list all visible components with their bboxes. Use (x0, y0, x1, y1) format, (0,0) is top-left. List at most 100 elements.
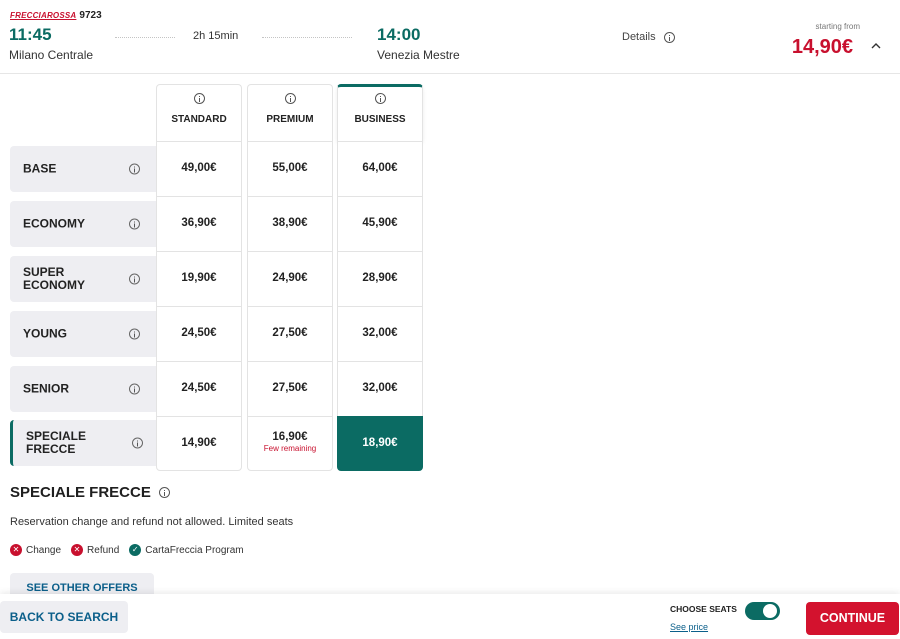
class-header-premium: PREMIUM (247, 84, 333, 141)
fare-row-economy: ECONOMY (10, 201, 156, 247)
fare-name: SUPER ECONOMY (23, 265, 86, 292)
price-cell[interactable]: 14,90€ (156, 416, 242, 471)
details-label: Details (622, 31, 656, 43)
info-icon[interactable] (129, 328, 140, 340)
feature-label: CartaFreccia Program (145, 544, 244, 556)
fare-row-senior: SENIOR (10, 366, 156, 412)
class-header-standard: STANDARD (156, 84, 242, 141)
fare-name: BASE (23, 161, 57, 176)
class-label: BUSINESS (354, 114, 406, 125)
train-number: 9723 (79, 10, 102, 21)
price-value: 24,50€ (181, 327, 217, 339)
price-value: 16,90€ (272, 431, 308, 443)
trip-duration: 2h 15min (193, 30, 239, 42)
choose-seats-toggle[interactable] (745, 602, 780, 620)
price-value: 32,00€ (362, 327, 398, 339)
info-icon[interactable] (193, 93, 205, 104)
price-cell[interactable]: 24,90€ (247, 251, 333, 306)
price-cell[interactable]: 45,90€ (337, 196, 423, 251)
price-cell[interactable]: 38,90€ (247, 196, 333, 251)
class-label: STANDARD (171, 114, 227, 125)
check-icon: ✓ (129, 544, 142, 556)
offer-description: Reservation change and refund not allowe… (10, 516, 294, 528)
class-header-business: BUSINESS (337, 84, 423, 141)
price-value: 55,00€ (272, 162, 308, 174)
fare-row-young: YOUNG (10, 311, 156, 357)
info-icon[interactable] (158, 487, 170, 498)
offer-title: SPECIALE FRECCE (10, 484, 170, 501)
price-value: 28,90€ (362, 272, 398, 284)
feature-cartafreccia: ✓ CartaFreccia Program (129, 544, 244, 556)
info-icon[interactable] (132, 437, 143, 449)
back-to-search-button[interactable]: BACK TO SEARCH (0, 601, 128, 633)
price-value: 19,90€ (181, 272, 217, 284)
offer-name: SPECIALE FRECCE (10, 484, 151, 501)
fare-name: YOUNG (23, 326, 68, 341)
info-icon (663, 31, 675, 43)
price-cell[interactable]: 32,00€ (337, 361, 423, 416)
price-cell[interactable]: 55,00€ (247, 141, 333, 196)
info-icon[interactable] (129, 218, 140, 230)
price-value: 36,90€ (181, 217, 217, 229)
info-icon[interactable] (374, 93, 386, 104)
fare-name: ECONOMY (23, 216, 86, 231)
info-icon[interactable] (129, 383, 140, 395)
offer-features: ✕ Change ✕ Refund ✓ CartaFreccia Program (10, 544, 244, 556)
info-icon[interactable] (129, 163, 140, 175)
price-cell[interactable]: 64,00€ (337, 141, 423, 196)
starting-price: 14,90€ (791, 36, 853, 58)
price-value: 18,90€ (362, 437, 398, 449)
fare-name: SENIOR (23, 381, 70, 396)
cross-icon: ✕ (71, 544, 84, 556)
see-price-link[interactable]: See price (670, 622, 708, 632)
price-value: 38,90€ (272, 217, 308, 229)
price-cell[interactable]: 19,90€ (156, 251, 242, 306)
train-header[interactable]: FRECCIAROSSA 9723 11:45 Milano Centrale … (0, 0, 900, 74)
feature-change: ✕ Change (10, 544, 61, 556)
train-brand: FRECCIAROSSA 9723 (10, 10, 102, 21)
price-value: 32,00€ (362, 382, 398, 394)
price-value: 27,50€ (272, 327, 308, 339)
footer-bar: BACK TO SEARCH CHOOSE SEATS See price CO… (0, 594, 900, 639)
arrival-station: Venezia Mestre (377, 48, 460, 62)
price-value: 27,50€ (272, 382, 308, 394)
price-cell[interactable]: 28,90€ (337, 251, 423, 306)
price-cell[interactable]: 16,90€ Few remaining (247, 416, 333, 471)
price-value: 24,50€ (181, 382, 217, 394)
arrival-time: 14:00 (377, 25, 421, 44)
feature-label: Refund (87, 544, 120, 556)
price-value: 64,00€ (362, 162, 398, 174)
fare-row-super-economy: SUPER ECONOMY (10, 256, 156, 302)
price-cell[interactable]: 24,50€ (156, 306, 242, 361)
price-value: 14,90€ (181, 437, 217, 449)
availability-note: Few remaining (263, 444, 317, 453)
starting-from-label: starting from (815, 22, 860, 31)
fare-row-base: BASE (10, 146, 156, 192)
departure-station: Milano Centrale (9, 48, 94, 62)
details-button[interactable]: Details (622, 31, 675, 43)
fare-name: SPECIALE FRECCE (26, 429, 87, 456)
continue-button[interactable]: CONTINUE (806, 602, 899, 635)
price-cell[interactable]: 49,00€ (156, 141, 242, 196)
price-cell[interactable]: 32,00€ (337, 306, 423, 361)
price-cell[interactable]: 27,50€ (247, 361, 333, 416)
price-value: 49,00€ (181, 162, 217, 174)
feature-refund: ✕ Refund (71, 544, 119, 556)
choose-seats-label: CHOOSE SEATS (670, 604, 737, 614)
price-value: 45,90€ (362, 217, 398, 229)
info-icon[interactable] (129, 273, 140, 285)
price-value: 24,90€ (272, 272, 308, 284)
feature-label: Change (26, 544, 62, 556)
route-line-right (262, 37, 352, 38)
toggle-knob (763, 604, 777, 618)
fare-row-speciale-frecce: SPECIALE FRECCE (10, 420, 156, 466)
price-cell[interactable]: 24,50€ (156, 361, 242, 416)
class-label: PREMIUM (266, 114, 314, 125)
cross-icon: ✕ (10, 544, 22, 556)
chevron-up-icon[interactable] (870, 40, 882, 52)
price-cell[interactable]: 36,90€ (156, 196, 242, 251)
info-icon[interactable] (284, 93, 296, 104)
price-cell[interactable]: 27,50€ (247, 306, 333, 361)
price-cell-selected[interactable]: 18,90€ (337, 416, 423, 471)
route-line-left (115, 37, 175, 38)
